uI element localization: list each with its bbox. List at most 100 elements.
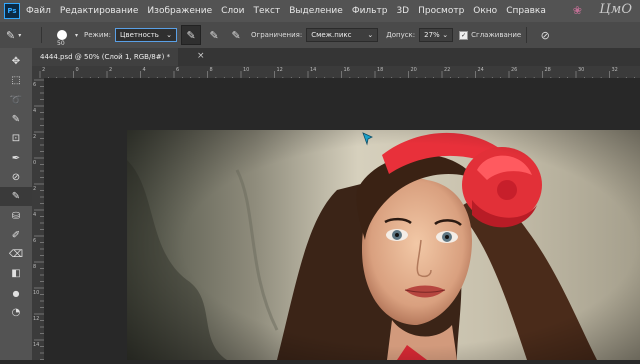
brush-picker[interactable]: 50 bbox=[49, 30, 75, 47]
ruler-label: 2 bbox=[33, 134, 37, 140]
ruler-label: 22 bbox=[444, 67, 451, 73]
tool-preset-picker[interactable]: ✎ ▾ bbox=[6, 29, 36, 42]
menu-filter[interactable]: Фильтр bbox=[352, 6, 388, 16]
move-tool[interactable]: ✥ bbox=[0, 52, 32, 71]
crop-icon: ⊡ bbox=[11, 133, 21, 145]
blur-tool[interactable]: ● bbox=[0, 284, 32, 303]
ruler-label: 28 bbox=[544, 67, 551, 73]
ruler-label: 0 bbox=[75, 67, 79, 73]
marquee-icon: ⬚ bbox=[11, 75, 21, 87]
sampling-background-button[interactable]: ✎ bbox=[227, 26, 245, 44]
brush-cursor-icon bbox=[362, 132, 373, 146]
mode-select[interactable]: Цветность ⌄ bbox=[115, 28, 178, 42]
ruler-label: 32 bbox=[611, 67, 618, 73]
ruler-label: 18 bbox=[377, 67, 384, 73]
menu-window[interactable]: Окно bbox=[473, 6, 497, 16]
menu-layers[interactable]: Слои bbox=[221, 6, 244, 16]
limits-label: Ограничения: bbox=[251, 31, 303, 39]
canvas-area[interactable] bbox=[44, 78, 640, 360]
ruler-label: 12 bbox=[276, 67, 283, 73]
menu-bar: Ps Файл Редактирование Изображение Слои … bbox=[0, 0, 640, 22]
chevron-down-icon: ▾ bbox=[18, 31, 22, 39]
ruler-label: 6 bbox=[33, 238, 37, 244]
chevron-down-icon: ⌄ bbox=[166, 31, 173, 39]
ruler-label: 20 bbox=[410, 67, 417, 73]
ruler-label: 0 bbox=[33, 160, 37, 166]
document-tab-bar: 4444.psd @ 50% (Слой 1, RGB/8#) * × bbox=[32, 48, 640, 66]
antialias-label: Сглаживание bbox=[471, 31, 522, 39]
ruler-label: 6 bbox=[33, 82, 37, 88]
ruler-label: 12 bbox=[33, 316, 40, 322]
history-brush-tool[interactable]: ✐ bbox=[0, 226, 32, 245]
ruler-label: 16 bbox=[343, 67, 350, 73]
tolerance-field[interactable]: 27% ⌄ bbox=[419, 28, 454, 42]
mode-value: Цветность bbox=[120, 31, 159, 39]
antialias-checkbox[interactable]: ✓ bbox=[459, 30, 469, 40]
eraser-icon: ⌫ bbox=[8, 249, 24, 261]
chevron-down-icon[interactable]: ▾ bbox=[75, 32, 78, 39]
quick-select-icon: ✎ bbox=[11, 114, 21, 126]
move-icon: ✥ bbox=[11, 56, 21, 68]
brush-size: 50 bbox=[57, 40, 65, 47]
healing-tool[interactable]: ⊘ bbox=[0, 168, 32, 187]
ruler-label: 2 bbox=[33, 186, 37, 192]
menu-edit[interactable]: Редактирование bbox=[60, 6, 139, 16]
blur-drop-icon: ● bbox=[12, 288, 20, 298]
quick-select-tool[interactable]: ✎ bbox=[0, 110, 32, 129]
checkmark-icon: ✓ bbox=[461, 31, 467, 39]
eyedropper-background-icon: ✎ bbox=[231, 28, 241, 42]
ruler-label: 6 bbox=[176, 67, 180, 73]
document-tab[interactable]: 4444.psd @ 50% (Слой 1, RGB/8#) * bbox=[32, 48, 178, 66]
brush-tip-icon bbox=[57, 30, 67, 40]
menu-type[interactable]: Текст bbox=[254, 6, 281, 16]
clone-stamp-tool[interactable]: ⛁ bbox=[0, 206, 32, 225]
eyedropper-tool[interactable]: ✒ bbox=[0, 148, 32, 167]
healing-brush-icon: ⊘ bbox=[11, 171, 21, 183]
limits-value: Смеж.пикс bbox=[311, 31, 352, 39]
close-tab-icon[interactable]: × bbox=[197, 51, 205, 61]
eyedropper-once-icon: ✎ bbox=[209, 28, 219, 42]
pen-pressure-icon: ⊘ bbox=[540, 28, 550, 42]
mode-label: Режим: bbox=[84, 31, 112, 39]
menu-image[interactable]: Изображение bbox=[147, 6, 212, 16]
lasso-icon: ➰ bbox=[9, 94, 23, 106]
ruler-label: 24 bbox=[477, 67, 484, 73]
color-replacement-tool[interactable]: ✎ bbox=[0, 187, 32, 207]
tools-panel: ✥ ⬚ ➰ ✎ ⊡ ✒ ⊘ ✎ ⛁ ✐ ⌫ ◧ ● ◔ bbox=[0, 48, 33, 360]
sampling-once-button[interactable]: ✎ bbox=[205, 26, 223, 44]
menu-select[interactable]: Выделение bbox=[289, 6, 343, 16]
ruler-label: 26 bbox=[511, 67, 518, 73]
limits-select[interactable]: Смеж.пикс ⌄ bbox=[306, 28, 379, 42]
menu-help[interactable]: Справка bbox=[506, 6, 546, 16]
eyedropper-icon: ✒ bbox=[11, 152, 21, 164]
eraser-tool[interactable]: ⌫ bbox=[0, 245, 32, 264]
clone-stamp-icon: ⛁ bbox=[11, 210, 21, 222]
marquee-tool[interactable]: ⬚ bbox=[0, 71, 32, 90]
ruler-label: 2 bbox=[42, 67, 46, 73]
watermark-flower-icon: ❀ bbox=[572, 4, 582, 17]
dodge-tool[interactable]: ◔ bbox=[0, 303, 32, 322]
dodge-icon: ◔ bbox=[11, 307, 21, 318]
ruler-label: 8 bbox=[209, 67, 213, 73]
crop-tool[interactable]: ⊡ bbox=[0, 129, 32, 148]
tolerance-value: 27% bbox=[424, 31, 440, 39]
ruler-label: 10 bbox=[243, 67, 250, 73]
menu-3d[interactable]: 3D bbox=[396, 6, 409, 16]
ruler-label: 14 bbox=[33, 342, 40, 348]
pressure-size-button[interactable]: ⊘ bbox=[536, 26, 554, 44]
tolerance-label: Допуск: bbox=[386, 31, 416, 39]
history-brush-icon: ✐ bbox=[11, 229, 21, 241]
photoshop-logo-icon[interactable]: Ps bbox=[4, 3, 20, 19]
menu-file[interactable]: Файл bbox=[26, 6, 51, 16]
ruler-label: 4 bbox=[142, 67, 146, 73]
lasso-tool[interactable]: ➰ bbox=[0, 91, 32, 110]
chevron-down-icon: ⌄ bbox=[367, 31, 374, 39]
ruler-label: 14 bbox=[310, 67, 317, 73]
document-image[interactable] bbox=[127, 130, 640, 360]
menu-view[interactable]: Просмотр bbox=[418, 6, 464, 16]
gradient-tool[interactable]: ◧ bbox=[0, 264, 32, 283]
ruler-label: 4 bbox=[33, 108, 37, 114]
watermark: ЦмО bbox=[599, 2, 632, 17]
sampling-continuous-button[interactable]: ✎ bbox=[181, 25, 202, 45]
color-replacement-preset-icon: ✎ bbox=[6, 28, 16, 42]
